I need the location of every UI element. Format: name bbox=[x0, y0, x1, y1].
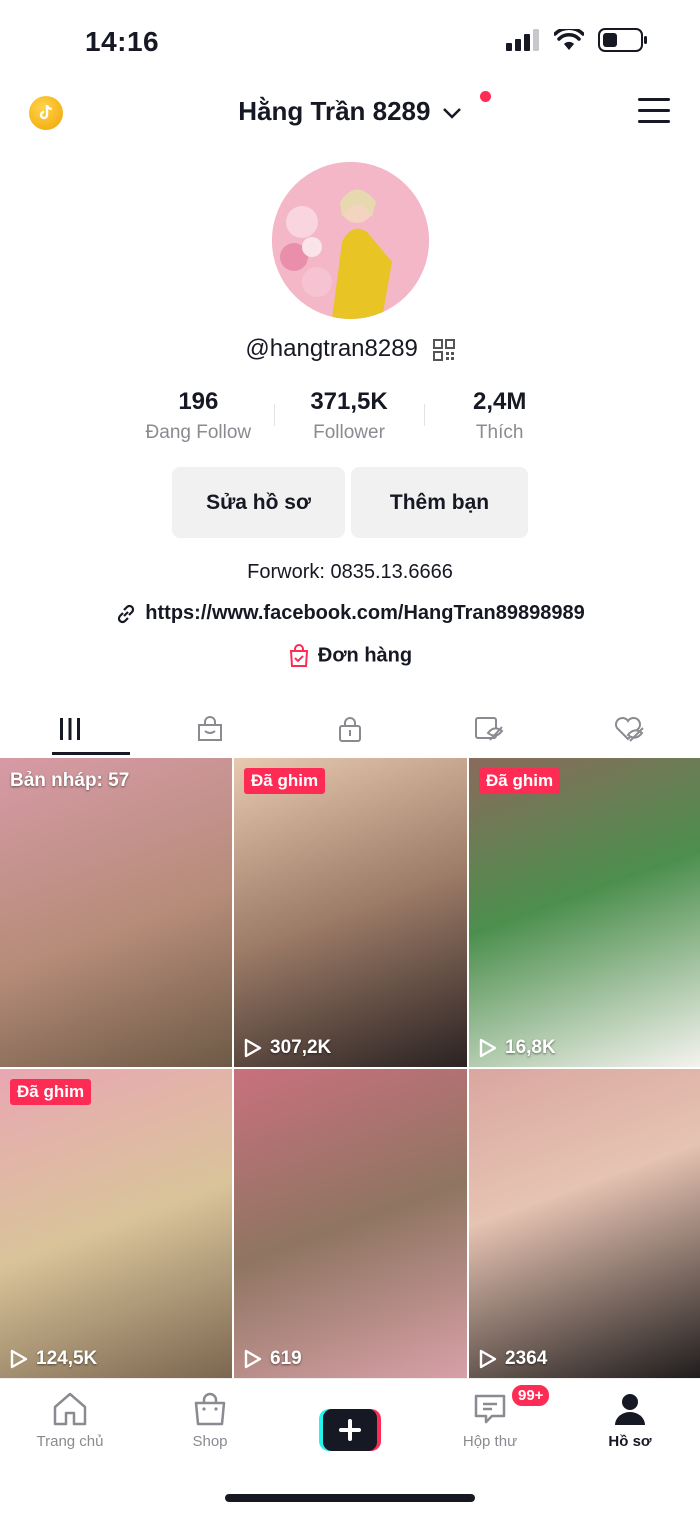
nav-home[interactable]: Trang chủ bbox=[0, 1379, 140, 1458]
profile-link[interactable]: https://www.facebook.com/HangTran8989898… bbox=[0, 602, 700, 625]
avatar[interactable] bbox=[272, 162, 429, 319]
bio-text: Forwork: 0835.13.6666 bbox=[247, 561, 453, 583]
pinned-badge: Đã ghim bbox=[244, 768, 326, 794]
play-icon bbox=[244, 1349, 262, 1369]
status-time: 14:16 bbox=[85, 26, 160, 57]
signal-icon bbox=[506, 29, 539, 51]
add-friend-button[interactable]: Thêm bạn bbox=[351, 467, 528, 538]
tab-liked[interactable] bbox=[560, 700, 700, 757]
nav-create[interactable] bbox=[280, 1379, 420, 1458]
nav-label: Hồ sơ bbox=[608, 1433, 652, 1450]
shopping-bag-icon bbox=[289, 644, 308, 667]
pinned-badge: Đã ghim bbox=[479, 768, 561, 794]
shop-icon bbox=[194, 1392, 226, 1426]
video-grid: Bản nháp: 57 Đã ghim 307,2K Đã ghim 16,8… bbox=[0, 758, 700, 1378]
reposts-icon bbox=[475, 716, 504, 741]
account-name: Hằng Trần 8289 bbox=[238, 96, 431, 126]
stat-label: Follower bbox=[313, 422, 385, 443]
stat-followers[interactable]: 371,5K Follower bbox=[273, 388, 425, 444]
view-count-value: 2364 bbox=[505, 1348, 548, 1369]
tab-reposts[interactable] bbox=[420, 700, 560, 757]
edit-profile-button[interactable]: Sửa hồ sơ bbox=[172, 467, 345, 538]
account-switcher[interactable]: Hằng Trần 8289 bbox=[0, 96, 700, 127]
chevron-down-icon bbox=[442, 108, 461, 119]
stat-value: 2,4M bbox=[473, 388, 527, 415]
stat-value: 196 bbox=[178, 388, 219, 415]
qr-code-icon[interactable] bbox=[432, 338, 455, 361]
drafts-label: Bản nháp: 57 bbox=[10, 770, 130, 791]
view-count: 16,8K bbox=[479, 1037, 556, 1059]
profile-stats: 196 Đang Follow 371,5K Follower 2,4M Thí… bbox=[123, 388, 575, 444]
nav-inbox[interactable]: Hộp thư 99+ bbox=[420, 1379, 560, 1458]
shop-bag-icon bbox=[198, 715, 222, 741]
stat-label: Thích bbox=[475, 422, 524, 443]
username: @hangtran8289 bbox=[245, 335, 418, 362]
profile-icon bbox=[615, 1394, 645, 1425]
nav-label: Trang chủ bbox=[36, 1433, 104, 1450]
inbox-icon bbox=[474, 1394, 506, 1424]
link-text: https://www.facebook.com/HangTran8989898… bbox=[145, 602, 585, 624]
play-icon bbox=[479, 1349, 497, 1369]
profile-tabs bbox=[0, 700, 700, 757]
video-thumbnail[interactable]: Đã ghim 307,2K bbox=[234, 758, 467, 1067]
home-indicator bbox=[225, 1494, 475, 1502]
pinned-badge: Đã ghim bbox=[10, 1079, 92, 1105]
bottom-nav: Trang chủ Shop Hộp thư 99+ Hồ sơ bbox=[0, 1378, 700, 1458]
view-count-value: 307,2K bbox=[270, 1037, 332, 1058]
menu-icon[interactable] bbox=[638, 98, 670, 124]
tab-videos[interactable] bbox=[0, 700, 140, 757]
stat-likes[interactable]: 2,4M Thích bbox=[424, 388, 575, 444]
username-row: @hangtran8289 bbox=[0, 335, 700, 363]
orders-link[interactable]: Đơn hàng bbox=[0, 644, 700, 668]
create-plus-icon bbox=[319, 1409, 381, 1451]
orders-label: Đơn hàng bbox=[317, 644, 413, 667]
notification-dot bbox=[480, 91, 491, 102]
inbox-badge: 99+ bbox=[510, 1383, 552, 1408]
view-count: 2364 bbox=[479, 1348, 547, 1370]
video-thumbnail[interactable]: Đã ghim 124,5K bbox=[0, 1069, 232, 1378]
video-thumbnail[interactable]: Bản nháp: 57 bbox=[0, 758, 232, 1067]
home-icon bbox=[53, 1392, 87, 1426]
stat-following[interactable]: 196 Đang Follow bbox=[123, 388, 274, 444]
videos-grid-icon bbox=[60, 717, 80, 740]
tab-private[interactable] bbox=[280, 700, 420, 757]
nav-label: Shop bbox=[192, 1433, 228, 1450]
nav-profile[interactable]: Hồ sơ bbox=[560, 1379, 700, 1458]
liked-hidden-icon bbox=[614, 716, 644, 742]
battery-icon bbox=[598, 28, 647, 52]
link-icon bbox=[118, 604, 135, 623]
view-count: 619 bbox=[244, 1348, 302, 1370]
play-icon bbox=[10, 1349, 28, 1369]
wifi-icon bbox=[554, 29, 584, 50]
video-thumbnail[interactable]: Đã ghim 16,8K bbox=[469, 758, 700, 1067]
stat-value: 371,5K bbox=[310, 388, 388, 415]
view-count-value: 124,5K bbox=[36, 1348, 98, 1369]
view-count: 307,2K bbox=[244, 1037, 331, 1059]
tab-shop[interactable] bbox=[140, 700, 280, 757]
video-thumbnail[interactable]: 2364 bbox=[469, 1069, 700, 1378]
view-count-value: 619 bbox=[270, 1348, 302, 1369]
nav-shop[interactable]: Shop bbox=[140, 1379, 280, 1458]
private-lock-icon bbox=[339, 716, 361, 742]
play-icon bbox=[479, 1038, 497, 1058]
play-icon bbox=[244, 1038, 262, 1058]
video-thumbnail[interactable]: 619 bbox=[234, 1069, 467, 1378]
nav-label: Hộp thư bbox=[462, 1433, 518, 1450]
status-icons bbox=[506, 28, 648, 52]
view-count: 124,5K bbox=[10, 1348, 97, 1370]
view-count-value: 16,8K bbox=[505, 1037, 556, 1058]
stat-label: Đang Follow bbox=[145, 422, 252, 443]
